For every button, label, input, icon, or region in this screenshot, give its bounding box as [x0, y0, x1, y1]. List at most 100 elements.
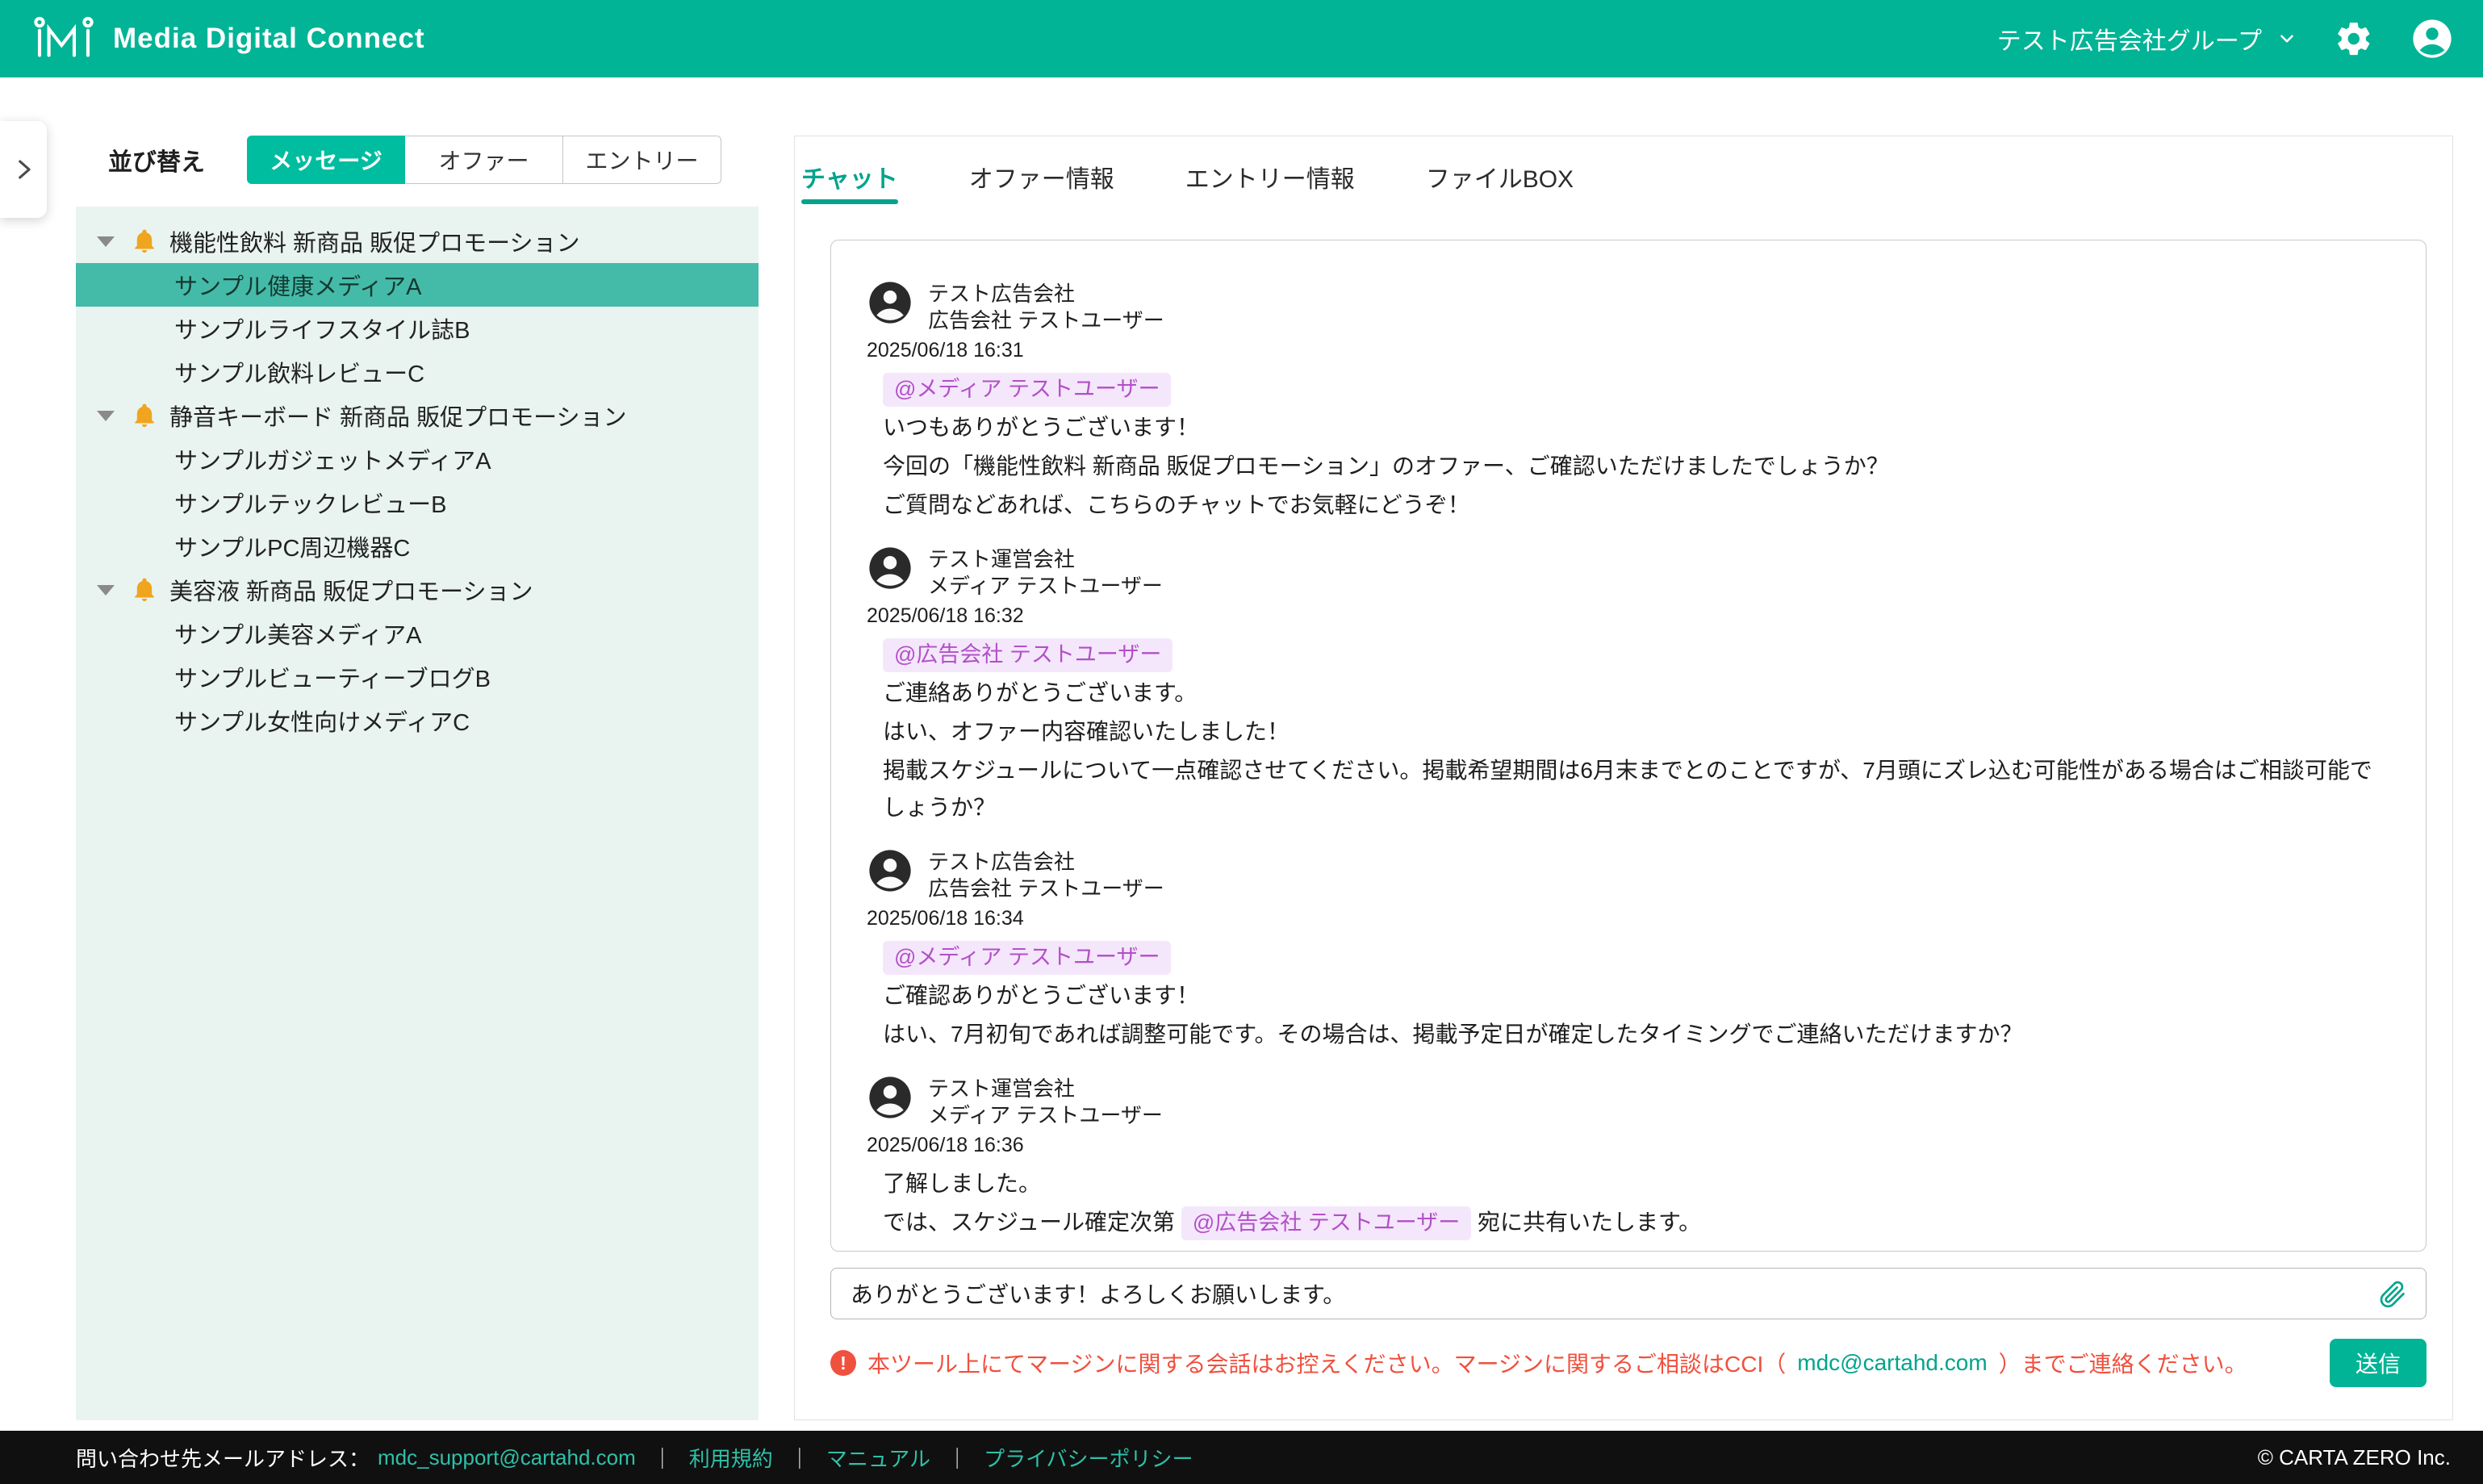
footer-left: 問い合わせ先メールアドレス： mdc_support@cartahd.com ｜… — [76, 1443, 1193, 1473]
message-names: テスト運営会社 メディア テストユーザー — [928, 1074, 1163, 1129]
chat-panel[interactable]: テスト広告会社 広告会社 テストユーザー 2025/06/18 16:31 @メ… — [830, 240, 2427, 1252]
message-timestamp: 2025/06/18 16:36 — [867, 1134, 2393, 1157]
sort-label: 並び替え — [108, 142, 205, 178]
settings-gear-icon[interactable] — [2335, 19, 2373, 58]
message-header: テスト広告会社 広告会社 テストユーザー — [867, 847, 2393, 902]
message-text: ご連絡ありがとうございます。 — [883, 680, 1197, 705]
footer-separator: ｜ — [947, 1443, 968, 1473]
footer-link-terms[interactable]: 利用規約 — [689, 1443, 773, 1473]
workspace: 並び替え メッセージオファーエントリー 機能性飲料 新商品 販促プロモーション … — [0, 77, 2483, 1431]
main-panel: チャットオファー情報エントリー情報ファイルBOX テスト広告会社 広告会社 テス… — [794, 136, 2453, 1420]
tree-item-label: サンプル飲料レビューC — [174, 355, 424, 389]
tree-item[interactable]: サンプル健康メディアA — [76, 263, 759, 307]
group-selector-label: テスト広告会社グループ — [1997, 21, 2262, 56]
message-text: はい、7月初旬であれば調整可能です。その場合は、掲載予定日が確定したタイミングで… — [883, 1022, 2023, 1047]
message-names: テスト広告会社 広告会社 テストユーザー — [928, 279, 1164, 334]
message-text: ご確認ありがとうございます！ — [883, 983, 1199, 1008]
message-input[interactable] — [851, 1281, 2377, 1306]
tree-group-label: 機能性飲料 新商品 販促プロモーション — [169, 224, 580, 258]
tree-item[interactable]: サンプルPC周辺機器C — [76, 525, 759, 568]
chevron-down-icon — [2276, 28, 2297, 49]
mention-chip: @広告会社 テストユーザー — [1181, 1206, 1471, 1240]
composer — [830, 1268, 2427, 1319]
tree-item-label: サンプルテックレビューB — [174, 486, 446, 520]
tree-item[interactable]: サンプルビューティーブログB — [76, 655, 759, 699]
tree-item-label: サンプル美容メディアA — [174, 617, 421, 650]
caret-down-icon[interactable] — [97, 236, 115, 247]
warning-text-before: 本ツール上にてマージンに関する会話はお控えください。マージンに関するご相談はCC… — [867, 1347, 1786, 1379]
tree-item[interactable]: サンプル女性向けメディアC — [76, 699, 759, 742]
group-selector[interactable]: テスト広告会社グループ — [1997, 21, 2297, 56]
message-timestamp: 2025/06/18 16:34 — [867, 907, 2393, 930]
message-line: ご確認ありがとうございます！ — [883, 977, 2393, 1014]
message-line: @メディア テストユーザー — [883, 938, 2393, 976]
message-line: 掲載スケジュールについて一点確認させてください。掲載希望期間は6月末までとのこと… — [883, 752, 2393, 826]
footer: 問い合わせ先メールアドレス： mdc_support@cartahd.com ｜… — [0, 1431, 2483, 1484]
project-tree[interactable]: 機能性飲料 新商品 販促プロモーション サンプル健康メディアA サンプルライフス… — [76, 207, 759, 1420]
sidebar-collapse-handle[interactable] — [0, 121, 47, 218]
tree-group-label: 美容液 新商品 販促プロモーション — [169, 573, 533, 607]
message-line: はい、7月初旬であれば調整可能です。その場合は、掲載予定日が確定したタイミングで… — [883, 1016, 2393, 1053]
sidebar-tab-entry[interactable]: エントリー — [563, 136, 721, 184]
send-button[interactable]: 送信 — [2330, 1339, 2427, 1387]
message-list: テスト広告会社 広告会社 テストユーザー 2025/06/18 16:31 @メ… — [867, 279, 2393, 1241]
account-icon[interactable] — [2410, 17, 2454, 61]
message-user: メディア テストユーザー — [928, 573, 1163, 600]
sidebar-tab-offer[interactable]: オファー — [405, 136, 563, 184]
footer-separator: ｜ — [789, 1443, 810, 1473]
message-org: テスト運営会社 — [928, 546, 1163, 573]
footer-separator: ｜ — [652, 1443, 673, 1473]
caret-down-icon[interactable] — [97, 585, 115, 596]
main-tab-entry-info[interactable]: エントリー情報 — [1150, 136, 1390, 204]
message-user: メディア テストユーザー — [928, 1102, 1163, 1129]
message-line: ご連絡ありがとうございます。 — [883, 675, 2393, 712]
sidebar-tab-message[interactable]: メッセージ — [247, 136, 405, 184]
tree-item-label: サンプルライフスタイル誌B — [174, 311, 470, 345]
message-header: テスト広告会社 広告会社 テストユーザー — [867, 279, 2393, 334]
attachment-paperclip-icon[interactable] — [2377, 1278, 2408, 1309]
footer-link-privacy[interactable]: プライバシーポリシー — [984, 1443, 1193, 1473]
bell-icon — [131, 402, 158, 429]
bell-icon — [131, 228, 158, 255]
chat-message: テスト運営会社 メディア テストユーザー 2025/06/18 16:36 了解… — [867, 1074, 2393, 1241]
message-body: @メディア テストユーザーご確認ありがとうございます！ はい、7月初旬であれば調整… — [867, 938, 2393, 1053]
message-line: @メディア テストユーザー — [883, 370, 2393, 408]
footer-link-manual[interactable]: マニュアル — [826, 1443, 930, 1473]
warning-email-link[interactable]: mdc@cartahd.com — [1797, 1350, 1987, 1376]
main-tab-filebox[interactable]: ファイルBOX — [1390, 136, 1609, 204]
chat-message: テスト広告会社 広告会社 テストユーザー 2025/06/18 16:34 @メ… — [867, 847, 2393, 1053]
tree-group-label: 静音キーボード 新商品 販促プロモーション — [169, 399, 627, 433]
message-names: テスト運営会社 メディア テストユーザー — [928, 545, 1163, 600]
bell-icon — [131, 576, 158, 604]
tree-group[interactable]: 美容液 新商品 販促プロモーション — [76, 568, 759, 612]
sidebar: 並び替え メッセージオファーエントリー 機能性飲料 新商品 販促プロモーション … — [76, 136, 759, 1420]
logo-mark-icon — [32, 15, 95, 63]
tree-item[interactable]: サンプルライフスタイル誌B — [76, 307, 759, 350]
tree-item-label: サンプルガジェットメディアA — [174, 442, 491, 476]
avatar-icon — [867, 279, 913, 326]
tree-item-label: サンプル健康メディアA — [174, 268, 421, 302]
warning-text-after: ）までご連絡ください。 — [1999, 1347, 2247, 1379]
tree-item-label: サンプルPC周辺機器C — [174, 529, 410, 563]
chat-message: テスト広告会社 広告会社 テストユーザー 2025/06/18 16:31 @メ… — [867, 279, 2393, 524]
tree-item[interactable]: サンプルテックレビューB — [76, 481, 759, 525]
sidebar-tabs: メッセージオファーエントリー — [247, 136, 721, 184]
margin-warning: ! 本ツール上にてマージンに関する会話はお控えください。マージンに関するご相談は… — [830, 1347, 2247, 1379]
message-line: 今回の「機能性飲料 新商品 販促プロモーション」のオファー、ご確認いただけました… — [883, 448, 2393, 485]
tree-group[interactable]: 機能性飲料 新商品 販促プロモーション — [76, 219, 759, 263]
message-line: はい、オファー内容確認いたしました！ — [883, 713, 2393, 750]
tree-item[interactable]: サンプルガジェットメディアA — [76, 437, 759, 481]
avatar-icon — [867, 847, 913, 894]
message-user: 広告会社 テストユーザー — [928, 307, 1164, 334]
footer-links: ｜ 利用規約 ｜ マニュアル ｜ プライバシーポリシー — [636, 1443, 1193, 1473]
main-tab-offer-info[interactable]: オファー情報 — [934, 136, 1150, 204]
message-text: 宛に共有いたします。 — [1471, 1210, 1701, 1235]
tree-item[interactable]: サンプル美容メディアA — [76, 612, 759, 655]
caret-down-icon[interactable] — [97, 411, 115, 421]
tree-item[interactable]: サンプル飲料レビューC — [76, 350, 759, 394]
message-text: 了解しました。 — [883, 1171, 1041, 1196]
footer-contact-email-link[interactable]: mdc_support@cartahd.com — [378, 1445, 636, 1470]
tree-group[interactable]: 静音キーボード 新商品 販促プロモーション — [76, 394, 759, 437]
main-tab-chat[interactable]: チャット — [795, 136, 934, 204]
copyright: © CARTA ZERO Inc. — [2258, 1445, 2451, 1470]
